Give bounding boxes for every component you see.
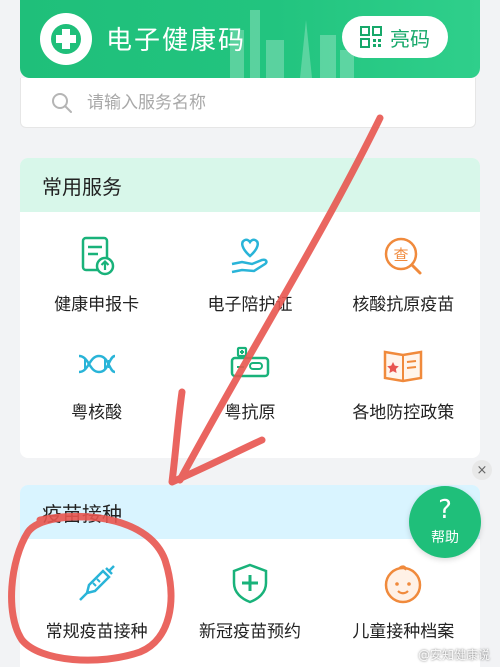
service-label: 各地防控政策 [352,403,455,423]
escort-permit-icon [231,238,268,274]
svg-text:查: 查 [394,246,409,264]
service-yue-antigen[interactable]: 粤抗原 [173,320,326,428]
question-icon: ? [438,495,452,525]
service-routine-vaccination[interactable]: 常规疫苗接种 [20,539,173,647]
health-cross-logo [40,13,92,65]
header-bar: 电子健康码 亮码 [20,0,480,78]
common-services-title: 常用服务 [20,158,480,212]
baby-face-icon [385,565,422,604]
show-code-label: 亮码 [390,26,430,51]
shield-plus-icon [232,563,268,604]
search-input[interactable] [87,92,387,113]
service-local-policies[interactable]: 各地防控政策 [327,320,480,428]
service-label: 核酸抗原疫苗 [352,295,455,315]
service-label: 常规疫苗接种 [45,622,148,642]
service-label: 健康申报卡 [54,295,140,315]
search-icon [52,92,72,113]
service-test-vaccine[interactable]: 查 核酸抗原疫苗 [327,212,480,320]
service-covid-vaccine-booking[interactable]: 新冠疫苗预约 [173,539,326,647]
service-label: 新冠疫苗预约 [198,622,301,642]
service-escort-permit[interactable]: 电子陪护证 [173,212,326,320]
dna-icon [78,354,116,374]
syringe-icon [78,565,115,601]
service-health-report-card[interactable]: 健康申报卡 [20,212,173,320]
service-yue-nucleic-acid[interactable]: 粤核酸 [20,320,173,428]
antigen-kit-icon [230,346,270,378]
help-button[interactable]: ? 帮助 [409,486,481,558]
help-label: 帮助 [431,530,459,546]
service-label: 粤核酸 [71,403,123,423]
qr-code-icon [360,26,382,48]
policy-book-icon [384,350,423,383]
common-services-card: 常用服务 健康申报卡 电子陪护证 查 核酸抗原疫苗 粤核酸 粤抗原 各地防控政策 [20,158,480,458]
search-bar[interactable] [20,78,476,128]
watermark: @安知健康说 [417,648,490,662]
show-code-button[interactable]: 亮码 [342,16,448,58]
service-label: 粤抗原 [224,403,276,423]
service-label: 儿童接种档案 [352,622,455,642]
close-help-button[interactable]: × [472,460,492,480]
service-label: 电子陪护证 [207,295,293,315]
test-vaccine-search-icon: 查 [385,237,422,275]
app-title: 电子健康码 [106,26,247,56]
health-report-card-icon [81,236,114,276]
